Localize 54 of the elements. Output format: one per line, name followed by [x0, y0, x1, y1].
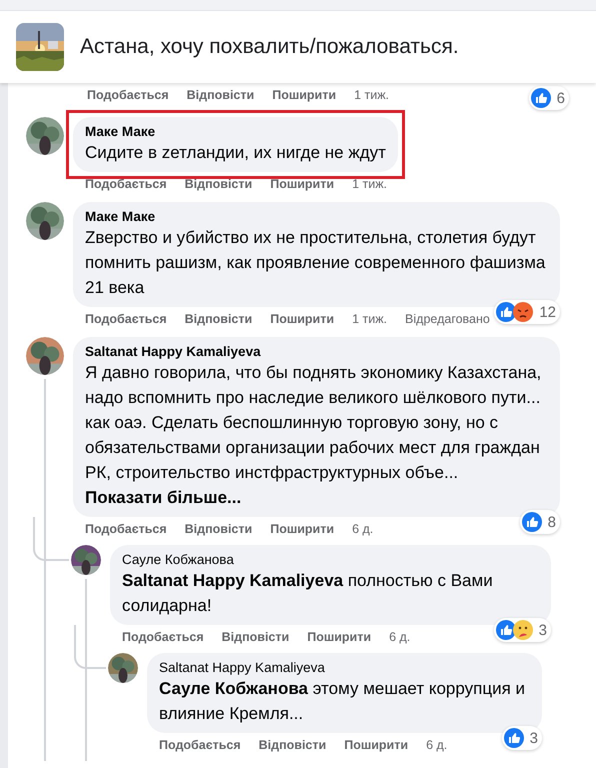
action-link[interactable]: Поширити: [272, 88, 336, 102]
timestamp: 1 тиж.: [354, 88, 390, 102]
reaction-count: 3: [530, 730, 538, 746]
action-link[interactable]: Поширити: [270, 177, 334, 191]
action-link[interactable]: Подобається: [85, 177, 167, 191]
author-name[interactable]: Saltanat Happy Kamaliyeva: [159, 660, 530, 675]
edited-label: Відредаговано: [405, 312, 490, 326]
author-name[interactable]: Сауле Кобжанова: [122, 552, 539, 567]
action-link[interactable]: Подобається: [87, 88, 169, 102]
reaction-count: 12: [539, 304, 556, 320]
timestamp: 1 тиж.: [352, 312, 388, 326]
comment-text: Zверство и убийство их не простительна, столетия будут помнить рашизм, как проявление современного фашизма 21 века: [85, 227, 546, 299]
author-name[interactable]: Маке Маке: [85, 209, 548, 224]
reaction-badge[interactable]: 3: [502, 726, 542, 750]
author-name[interactable]: Маке Маке: [85, 124, 386, 139]
action-link[interactable]: Поширити: [344, 738, 408, 752]
reaction-badge[interactable]: 8: [520, 510, 560, 534]
angry-face-icon: [513, 302, 534, 322]
timestamp: 1 тиж.: [352, 177, 388, 191]
reaction-badge[interactable]: 6: [528, 86, 569, 110]
hugging-face-icon: [512, 620, 533, 640]
action-link[interactable]: Поширити: [270, 522, 334, 536]
action-link[interactable]: Подобається: [159, 738, 241, 752]
like-icon: [522, 512, 542, 532]
comment-text: Сидите в zетландии, их нигде не ждут: [85, 142, 386, 164]
action-link[interactable]: Поширити: [307, 630, 372, 644]
action-link[interactable]: Відповісти: [222, 630, 290, 644]
reaction-count: 3: [538, 622, 547, 638]
comment-text: Saltanat Happy Kamaliyeva полностью с Вами солидарна!: [122, 570, 494, 617]
comment-text: Я давно говорила, что бы поднять экономику Казахстана, надо вспомнить про наследие великого шёлкового пути... как оаэ. Сделать беспошлинную торговую зону, но с обязательствами организации рабочих мест для граждан РК, строительство инстфраструктурных объе... Показати більше...: [85, 362, 542, 509]
like-icon: [496, 302, 516, 322]
like-icon: [504, 728, 524, 748]
timestamp: 6 д.: [389, 630, 410, 644]
reaction-count: 6: [556, 90, 565, 106]
reaction-badge[interactable]: 3: [494, 618, 551, 642]
timestamp: 6 д.: [426, 738, 448, 752]
action-link[interactable]: Поширити: [270, 312, 334, 326]
action-link[interactable]: Подобається: [122, 630, 204, 644]
comment-text: Сауле Кобжанова этому мешает коррупция и влияние Кремля...: [159, 678, 526, 725]
timestamp: 6 д.: [352, 522, 374, 536]
author-name[interactable]: Saltanat Happy Kamaliyeva: [85, 344, 548, 359]
like-icon: [530, 88, 551, 108]
action-link[interactable]: Відповісти: [186, 88, 254, 102]
action-link[interactable]: Відповісти: [184, 312, 252, 326]
action-link[interactable]: Подобається: [85, 312, 167, 326]
action-link[interactable]: Відповісти: [184, 177, 252, 191]
reaction-count: 8: [548, 514, 556, 530]
group-title: Астана, хочу похвалить/пожаловаться.: [80, 35, 459, 59]
action-link[interactable]: Відповісти: [258, 738, 326, 752]
action-link[interactable]: Подобається: [85, 522, 167, 536]
see-more-link[interactable]: Показати більше...: [85, 488, 242, 507]
action-link[interactable]: Відповісти: [184, 522, 252, 536]
like-icon: [496, 620, 516, 640]
reaction-badge[interactable]: 12: [494, 300, 560, 324]
